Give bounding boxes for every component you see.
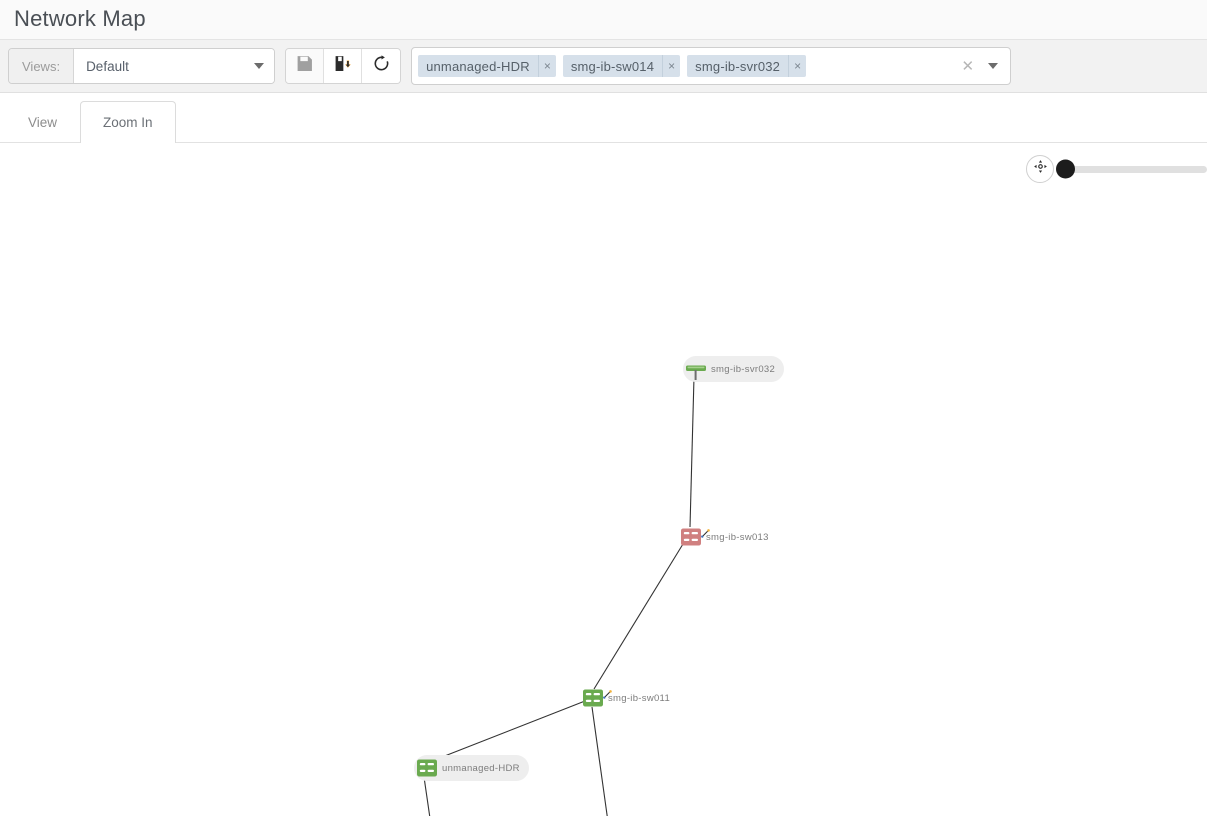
close-icon[interactable]: × [788, 55, 806, 77]
map-node-label: smg-ib-sw013 [706, 532, 769, 543]
network-link[interactable] [424, 777, 447, 816]
page-title: Network Map [14, 8, 146, 32]
filter-tag-list: unmanaged-HDR × smg-ib-sw014 × smg-ib-sv… [418, 55, 955, 77]
device-filter-multiselect[interactable]: unmanaged-HDR × smg-ib-sw014 × smg-ib-sv… [411, 47, 1011, 85]
network-link[interactable] [690, 377, 694, 527]
save-button[interactable] [286, 49, 324, 83]
zoom-control [1026, 155, 1207, 183]
link-status-badge-icon [701, 525, 710, 534]
tab-view[interactable]: View [5, 101, 80, 143]
filter-tag[interactable]: smg-ib-svr032 × [687, 55, 806, 77]
map-node-smg-ib-sw011[interactable]: smg-ib-sw011 [580, 685, 679, 711]
switch-icon [416, 757, 438, 779]
map-actions-group [285, 48, 401, 84]
toolbar: Views: Default [0, 40, 1207, 93]
save-as-floppy-icon [334, 55, 351, 77]
map-node-label: smg-ib-sw011 [608, 693, 670, 704]
chevron-down-icon[interactable] [988, 63, 998, 69]
switch-icon [680, 526, 702, 548]
zoom-slider-handle[interactable] [1056, 160, 1075, 179]
host-icon [685, 358, 707, 380]
map-node-unmanaged-HDR[interactable]: unmanaged-HDR [414, 755, 529, 781]
views-dropdown[interactable]: Default [74, 49, 274, 83]
chevron-down-icon [254, 63, 264, 69]
map-node-smg-ib-sw013[interactable]: smg-ib-sw013 [678, 524, 778, 550]
tab-bar: View Zoom In [0, 93, 1207, 143]
switch-icon [582, 687, 604, 709]
network-link[interactable] [594, 544, 683, 689]
filter-tag-label: smg-ib-svr032 [687, 55, 788, 77]
views-selector[interactable]: Views: Default [8, 48, 275, 84]
link-status-badge-icon [603, 686, 612, 695]
fit-to-screen-icon [1033, 159, 1048, 179]
refresh-button[interactable] [362, 49, 400, 83]
fit-to-screen-button[interactable] [1026, 155, 1054, 183]
save-as-button[interactable] [324, 49, 362, 83]
views-selected-value: Default [86, 59, 129, 74]
zoom-slider-track[interactable] [1065, 166, 1207, 173]
map-node-label: unmanaged-HDR [442, 763, 520, 774]
multiselect-actions: ✕ [961, 59, 1004, 74]
save-floppy-icon [296, 55, 313, 77]
filter-tag[interactable]: unmanaged-HDR × [418, 55, 556, 77]
clear-all-icon[interactable]: ✕ [961, 59, 974, 74]
views-label: Views: [9, 49, 74, 83]
app-header: Network Map [0, 0, 1207, 40]
tab-zoom-in[interactable]: Zoom In [80, 101, 176, 143]
filter-tag-label: unmanaged-HDR [418, 55, 538, 77]
network-link[interactable] [437, 701, 585, 759]
network-map-canvas[interactable]: smg-ib-svr032 smg-ib-sw013 smg-ib-sw011 unm… [0, 143, 1207, 816]
filter-tag-label: smg-ib-sw014 [563, 55, 662, 77]
map-node-smg-ib-svr032[interactable]: smg-ib-svr032 [683, 356, 784, 382]
network-link[interactable] [592, 707, 615, 816]
network-links [0, 143, 1207, 816]
map-node-label: smg-ib-svr032 [711, 364, 775, 375]
refresh-icon [373, 55, 390, 77]
filter-tag[interactable]: smg-ib-sw014 × [563, 55, 680, 77]
close-icon[interactable]: × [662, 55, 680, 77]
close-icon[interactable]: × [538, 55, 556, 77]
